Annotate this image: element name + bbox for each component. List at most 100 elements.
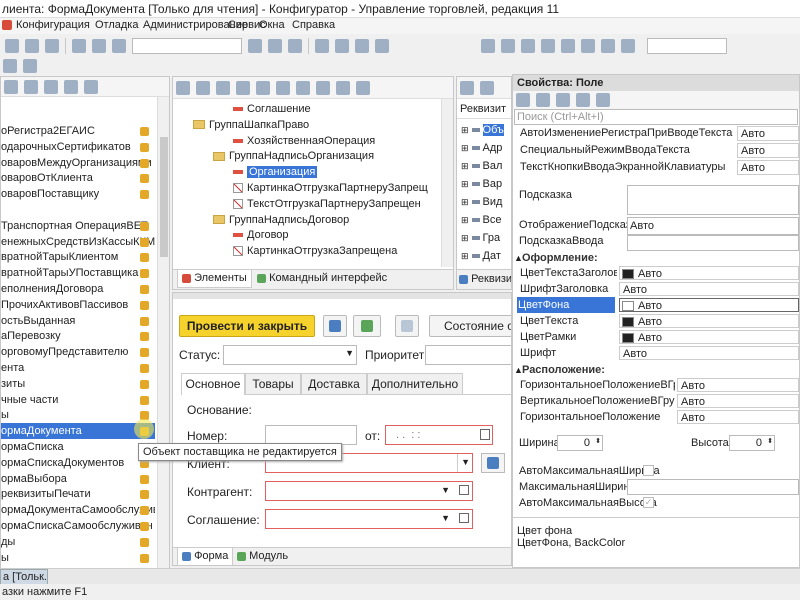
tab-elements[interactable]: Элементы [177,270,252,288]
debug-icon[interactable] [355,39,370,53]
dropdown-icon[interactable] [23,59,37,73]
hint-display-field[interactable]: Авто [627,217,799,235]
tree-item[interactable]: ормаДокумента [1,423,155,440]
print-button[interactable] [395,315,419,337]
element-tree-item[interactable]: КартинкаОтгрузкаПартнеруЗапрещ [173,180,439,196]
tree-item[interactable]: оваровМеждуОрганизациями [1,155,155,171]
element-tree-item[interactable]: Договор [173,227,439,243]
tree-item[interactable]: остьВыданная [1,313,155,329]
post-close-button[interactable]: Провести и закрыть [179,315,315,337]
tab-goods[interactable]: Товары [245,373,301,395]
expand-icon[interactable]: ⊞ [461,179,469,189]
expand-icon[interactable]: ⊞ [461,251,469,261]
element-tree-item[interactable]: Соглашение [173,101,439,117]
toolbar-search-combo[interactable] [132,38,243,54]
property-row[interactable]: ЦветТекста Авто [513,313,799,329]
syntax-check-icon[interactable] [315,39,330,53]
categories-icon[interactable] [536,93,550,107]
tree-item[interactable]: вратнойТарыКлиентом [1,249,155,265]
property-value-field[interactable]: Авто [737,143,799,158]
tree-item[interactable]: оваровПоставщику [1,186,155,202]
tree-item[interactable]: орговомуПредставителю [1,344,155,360]
config-repo-icon[interactable] [561,39,576,53]
clock-icon[interactable] [621,39,636,53]
reset-icon[interactable] [576,93,590,107]
move-down-icon[interactable] [256,81,270,95]
client-open-icon[interactable] [457,454,473,472]
height-field[interactable]: 0 ⬍ [729,435,775,451]
property-row[interactable]: ШрифтЗаголовка Авто [513,281,799,297]
state-button[interactable]: Состояние об [429,315,511,337]
tree-item[interactable]: вратнойТарыУПоставщика [1,265,155,281]
tab-delivery[interactable]: Доставка [301,373,367,395]
element-tree-item[interactable]: КартинкаОтгрузкаЗапрещена [173,243,439,257]
search-next-icon[interactable] [248,39,263,53]
requisite-add-icon[interactable] [460,81,474,95]
tree-item[interactable]: ормаВыбора [1,471,155,487]
element-tree-item[interactable]: ГруппаНадписьОрганизация [173,148,439,164]
auto-max-width-checkbox[interactable] [643,465,654,476]
requisite-item[interactable]: ⊞ Вид [457,193,511,211]
tree-item[interactable]: оРегистра2ЕГАИС [1,123,155,139]
property-row[interactable]: ГоризонтальноеПоложениеВГруппе Авто [513,377,799,393]
check-icon[interactable] [316,81,330,95]
property-row[interactable]: СпециальныйРежимВводаТекста Авто [513,142,799,159]
paste-icon[interactable] [45,39,59,53]
tree-item[interactable]: реквизитыПечати [1,486,155,502]
counterparty-field[interactable]: ▼ [265,481,473,501]
spin-icon[interactable]: ⬍ [767,437,773,445]
tree-item[interactable]: ормаСписка [1,439,155,455]
settings-icon[interactable] [3,59,17,73]
tree-item[interactable]: ормаСпискаСамообслуживан [1,518,155,534]
property-value-field[interactable]: Авто [677,410,799,424]
property-row[interactable]: Шрифт Авто [513,345,799,361]
property-value-field[interactable]: Авто [677,378,799,392]
tree-item[interactable]: ы [1,407,155,423]
save-button[interactable] [323,315,347,337]
chevron-down-icon[interactable]: ▼ [441,485,450,495]
property-row[interactable]: ГоризонтальноеПоложение Авто [513,409,799,425]
expand-icon[interactable]: ⊞ [461,197,469,207]
tree-item[interactable]: зиты [1,376,155,392]
undo-icon[interactable] [72,39,86,53]
open-icon[interactable] [459,513,469,523]
requisite-item[interactable]: ⊞ Дат [457,247,511,265]
sort-icon[interactable] [516,93,530,107]
apply-icon[interactable] [596,93,610,107]
add-icon[interactable] [176,81,190,95]
menu-windows[interactable]: Окна [259,19,285,31]
redo-icon[interactable] [92,39,106,53]
tab-form[interactable]: Форма [177,548,234,565]
search-prev-icon[interactable] [268,39,283,53]
agreement-field[interactable]: ▼ [265,509,473,529]
delete-icon[interactable] [216,81,230,95]
hint-input-field[interactable] [627,235,799,251]
expand-icon[interactable]: ⊞ [461,161,469,171]
config-db-icon[interactable] [581,39,596,53]
expand-icon[interactable]: ⊞ [461,233,469,243]
property-value-field[interactable]: Авто [619,266,799,280]
property-row[interactable]: ТекстКнопкиВводаЭкраннойКлавиатуры Авто [513,159,799,176]
post-button[interactable] [353,315,381,337]
config-save-icon[interactable] [521,39,536,53]
toolbar-right-combo[interactable] [647,38,728,54]
open-icon[interactable] [459,485,469,495]
requisite-item[interactable]: ⊞ Объ [457,121,511,139]
expand-icon[interactable]: ⊞ [461,215,469,225]
copy-icon[interactable] [25,39,39,53]
client-card-button[interactable] [481,453,505,473]
property-value-field[interactable]: Авто [737,160,799,175]
requisite-item[interactable]: ⊞ Вар [457,175,511,193]
expand-icon[interactable]: ⊞ [461,125,469,135]
edit-icon[interactable] [196,81,210,95]
config-compare-icon[interactable] [481,39,496,53]
form-view-icon[interactable] [296,81,310,95]
tree-item[interactable]: ента [1,360,155,376]
tree-item[interactable]: Транспортная ОперацияВЕТ [1,218,155,234]
tree-item[interactable]: ормаДокументаСамообслужив... [1,502,155,518]
tree-down-icon[interactable] [44,80,58,94]
property-row[interactable]: ЦветРамки Авто [513,329,799,345]
spin-icon[interactable]: ⬍ [595,437,601,445]
tree-item[interactable]: ормаСпискаДокументов [1,455,155,471]
chevron-down-icon[interactable]: ▼ [345,348,354,358]
